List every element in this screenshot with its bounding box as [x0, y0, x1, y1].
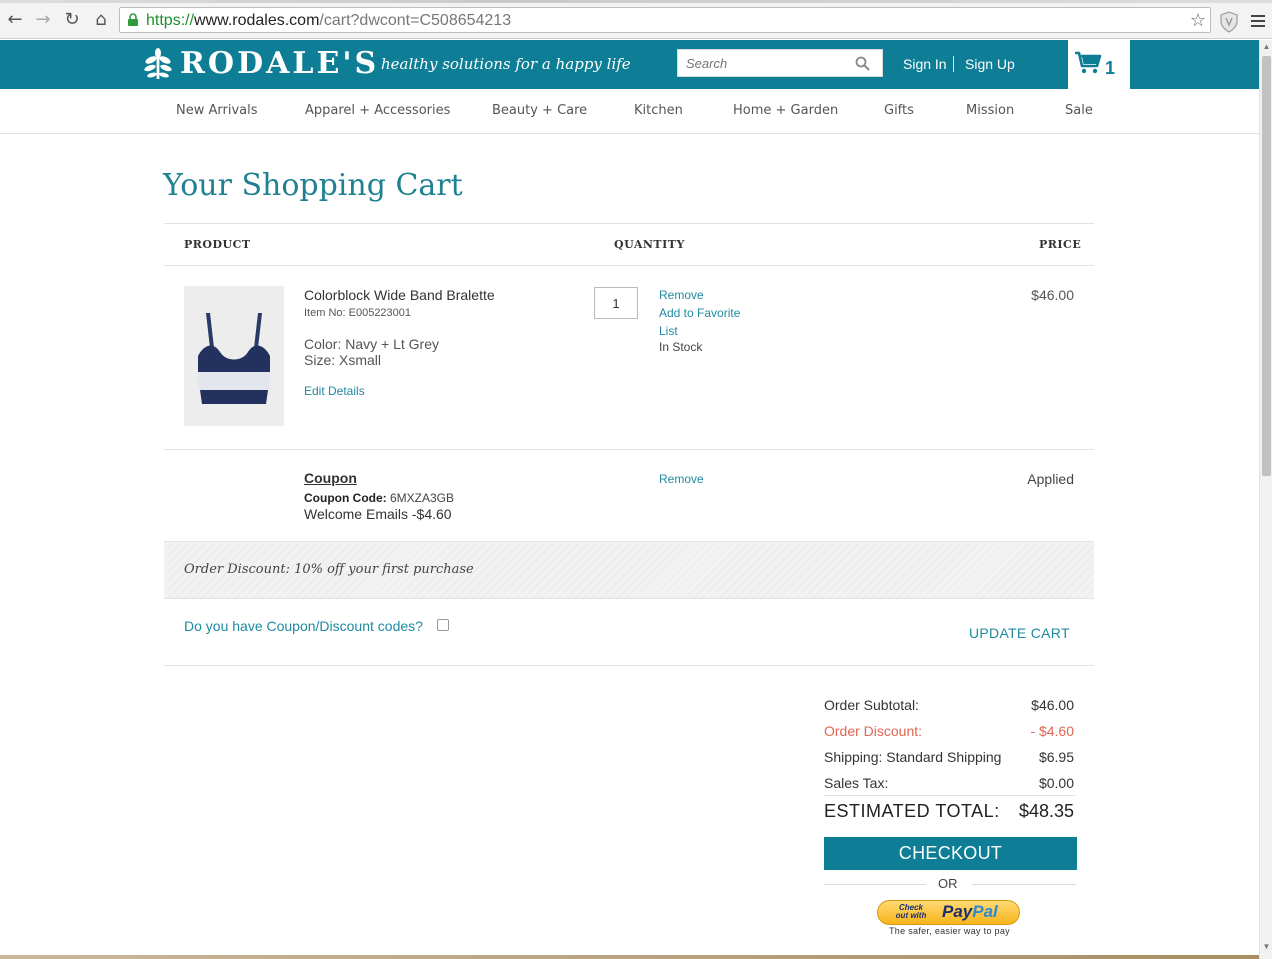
order-discount-banner: Order Discount: 10% off your first purch… [164, 541, 1094, 599]
coupon-codes-checkbox[interactable] [437, 619, 449, 631]
paypal-checkout-button[interactable]: Check out with PayPal [877, 900, 1020, 925]
mini-cart-button[interactable]: 1 [1068, 40, 1130, 89]
coupon-code: Coupon Code: 6MXZA3GB [304, 491, 455, 505]
nav-apparel-accessories[interactable]: Apparel + Accessories [305, 103, 450, 118]
paypal-checkout-with: Check out with [895, 903, 927, 920]
scroll-down-icon[interactable]: ▼ [1260, 940, 1272, 954]
product-image[interactable] [184, 286, 284, 426]
subtotal-value: $46.00 [1031, 697, 1074, 713]
estimated-total-value: $48.35 [1018, 801, 1074, 821]
divider [824, 795, 1076, 796]
forward-icon[interactable]: → [32, 9, 54, 31]
column-header-price: PRICE [1039, 238, 1082, 251]
coupon-status: Applied [1027, 471, 1074, 487]
nav-gifts[interactable]: Gifts [884, 103, 914, 118]
leaf-logo-icon [144, 48, 172, 79]
sign-up-link[interactable]: Sign Up [965, 56, 1015, 72]
scroll-up-icon[interactable]: ▲ [1260, 40, 1272, 54]
edit-details-link[interactable]: Edit Details [304, 384, 365, 398]
main-navigation: New Arrivals Apparel + Accessories Beaut… [0, 89, 1259, 134]
add-to-favorite-link-list[interactable]: List [659, 324, 678, 338]
scroll-thumb[interactable] [1262, 56, 1271, 476]
product-size: Size: Xsmall [304, 352, 382, 368]
divider [164, 265, 1094, 266]
column-header-product: PRODUCT [184, 238, 251, 251]
page-scrollbar[interactable]: ▲ ▼ [1259, 40, 1272, 959]
url-text: https://www.rodales.com/cart?dwcont=C508… [146, 12, 512, 29]
nav-sale[interactable]: Sale [1065, 103, 1093, 118]
or-separator: OR [938, 876, 958, 891]
quantity-field[interactable] [594, 287, 638, 319]
divider [164, 449, 1094, 450]
update-cart-button[interactable]: UPDATE CART [969, 625, 1070, 641]
home-icon[interactable]: ⌂ [90, 9, 112, 31]
lock-icon [128, 13, 138, 26]
subtotal-label: Order Subtotal: [824, 697, 919, 713]
browser-menu-icon[interactable] [1251, 15, 1265, 27]
site-logo[interactable]: RODALE'S [180, 46, 379, 81]
quantity-input[interactable] [595, 288, 637, 318]
reload-icon[interactable]: ↻ [61, 9, 83, 31]
add-to-favorite-link[interactable]: Add to Favorite [659, 306, 740, 320]
bookmark-star-icon[interactable]: ☆ [1190, 10, 1206, 31]
auth-divider [953, 56, 954, 72]
sign-in-link[interactable]: Sign In [903, 56, 947, 72]
order-discount-text: Order Discount: 10% off your first purch… [184, 562, 474, 577]
divider [164, 223, 1094, 224]
shipping-value: $6.95 [1038, 749, 1074, 765]
product-color: Color: Navy + Lt Grey [304, 336, 439, 352]
divider [972, 884, 1076, 885]
tax-label: Sales Tax: [824, 775, 889, 791]
shield-extension-icon[interactable] [1219, 11, 1239, 33]
page-title: Your Shopping Cart [163, 168, 463, 203]
nav-new-arrivals[interactable]: New Arrivals [176, 103, 258, 118]
remove-coupon-link[interactable]: Remove [659, 472, 704, 486]
address-bar[interactable]: https://www.rodales.com/cart?dwcont=C508… [119, 7, 1211, 33]
nav-mission[interactable]: Mission [966, 103, 1014, 118]
product-name[interactable]: Colorblock Wide Band Bralette [304, 287, 495, 303]
search-input[interactable] [678, 50, 846, 76]
browser-toolbar: ← → ↻ ⌂ https://www.rodales.com/cart?dwc… [0, 3, 1272, 39]
window-bottom-edge [0, 955, 1259, 959]
checkout-button[interactable]: CHECKOUT [824, 837, 1077, 870]
paypal-tagline: The safer, easier way to pay [889, 926, 1010, 936]
product-item-number: Item No: E005223001 [304, 307, 412, 319]
site-tagline: healthy solutions for a happy life [381, 55, 631, 73]
discount-value: - $4.60 [1030, 723, 1074, 739]
cart-icon [1075, 51, 1102, 74]
stock-status: In Stock [659, 340, 703, 354]
divider [164, 665, 1094, 666]
coupon-title: Coupon [304, 470, 357, 486]
coupon-description: Welcome Emails -$4.60 [304, 506, 452, 522]
coupon-codes-question[interactable]: Do you have Coupon/Discount codes? [184, 618, 423, 634]
divider [824, 884, 926, 885]
back-icon[interactable]: ← [4, 9, 26, 31]
remove-item-link[interactable]: Remove [659, 288, 704, 302]
column-header-quantity: QUANTITY [614, 238, 685, 251]
paypal-logo: PayPal [942, 902, 998, 921]
item-price: $46.00 [1031, 287, 1074, 303]
nav-beauty-care[interactable]: Beauty + Care [492, 103, 587, 118]
nav-home-garden[interactable]: Home + Garden [733, 103, 838, 118]
nav-kitchen[interactable]: Kitchen [634, 103, 683, 118]
cart-count-badge: 1 [1105, 58, 1116, 78]
search-box[interactable] [677, 49, 883, 77]
shipping-label: Shipping: Standard Shipping [824, 749, 1002, 765]
estimated-total-label: ESTIMATED TOTAL: [824, 801, 1000, 821]
bralette-image [198, 313, 270, 404]
search-icon[interactable] [855, 56, 870, 71]
tax-value: $0.00 [1038, 775, 1074, 791]
discount-label: Order Discount: [824, 723, 923, 739]
